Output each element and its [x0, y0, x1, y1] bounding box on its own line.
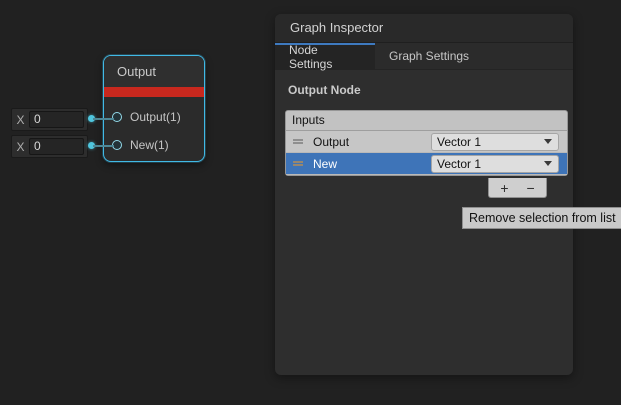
list-header: Inputs — [286, 111, 567, 131]
edge-line[interactable] — [93, 118, 114, 120]
graph-inspector-panel: Graph Inspector Node Settings Graph Sett… — [275, 14, 573, 375]
row-name: New — [313, 157, 337, 171]
panel-title[interactable]: Graph Inspector — [275, 14, 573, 43]
section-title: Output Node — [288, 83, 573, 97]
output-node[interactable]: Output Output(1) New(1) — [103, 55, 205, 162]
default-input-widget: X 0 — [11, 108, 88, 131]
inspector-tabbar: Node Settings Graph Settings — [275, 43, 573, 70]
node-title[interactable]: Output — [104, 56, 204, 87]
chevron-down-icon — [544, 139, 552, 144]
drag-handle-icon[interactable] — [293, 139, 303, 144]
row-name: Output — [313, 135, 349, 149]
type-dropdown[interactable]: Vector 1 — [431, 155, 559, 173]
remove-item-button[interactable]: − — [523, 181, 539, 195]
axis-label: X — [12, 140, 29, 154]
default-input-widget: X 0 — [11, 135, 88, 158]
axis-label: X — [12, 113, 29, 127]
value-field[interactable]: 0 — [29, 138, 84, 155]
list-row-new[interactable]: New Vector 1 — [286, 153, 567, 175]
node-port-output[interactable]: Output(1) — [104, 103, 204, 131]
tab-node-settings[interactable]: Node Settings — [275, 43, 375, 69]
inputs-reorderable-list: Inputs Output Vector 1 New Vector 1 + — [285, 110, 568, 176]
list-footer: + − — [488, 178, 547, 198]
drag-handle-icon[interactable] — [293, 161, 303, 166]
tooltip: Remove selection from list — [462, 207, 621, 229]
type-dropdown[interactable]: Vector 1 — [431, 133, 559, 151]
shader-graph-canvas[interactable]: Output Output(1) New(1) X 0 X 0 Graph In… — [0, 0, 621, 405]
chevron-down-icon — [544, 161, 552, 166]
dropdown-value: Vector 1 — [432, 157, 544, 171]
tab-graph-settings[interactable]: Graph Settings — [375, 43, 483, 69]
node-error-bar — [104, 87, 204, 97]
list-row-output[interactable]: Output Vector 1 — [286, 131, 567, 153]
add-item-button[interactable]: + — [496, 181, 512, 195]
dropdown-value: Vector 1 — [432, 135, 544, 149]
value-field[interactable]: 0 — [29, 111, 84, 128]
edge-line[interactable] — [93, 145, 114, 147]
node-ports: Output(1) New(1) — [104, 97, 204, 159]
node-port-new[interactable]: New(1) — [104, 131, 204, 159]
port-label: New(1) — [130, 138, 169, 152]
port-label: Output(1) — [130, 110, 181, 124]
